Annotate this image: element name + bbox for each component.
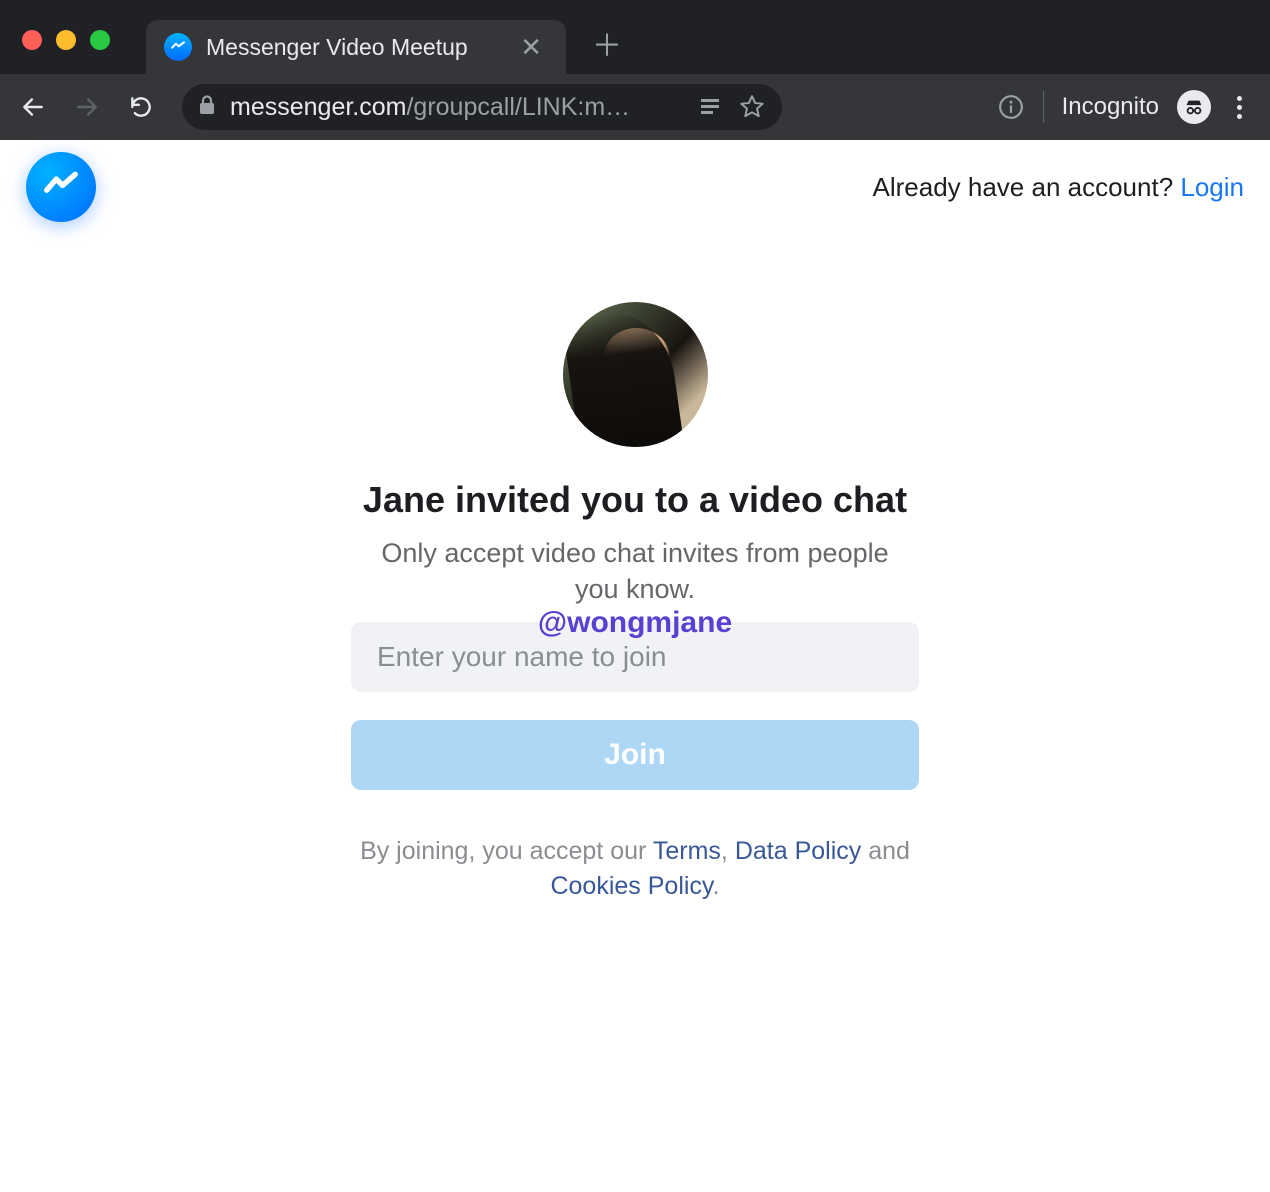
page-content: Already have an account? Login Jane invi… — [0, 140, 1270, 1192]
url-host: messenger.com — [230, 93, 406, 122]
incognito-label: Incognito — [1062, 93, 1159, 121]
reader-mode-icon[interactable] — [696, 93, 724, 121]
tab-close-button[interactable]: ✕ — [514, 30, 548, 65]
arrow-left-icon — [20, 94, 46, 120]
watermark-text: @wongmjane — [538, 606, 732, 640]
tab-title: Messenger Video Meetup — [206, 34, 500, 61]
headline: Jane invited you to a video chat — [363, 479, 907, 521]
subhead: Only accept video chat invites from peop… — [375, 535, 895, 608]
lock-icon — [198, 95, 216, 120]
account-prompt-text: Already have an account? — [873, 172, 1181, 202]
window-close-button[interactable] — [22, 30, 42, 50]
legal-sep1: , — [721, 837, 735, 865]
back-button[interactable] — [10, 84, 56, 130]
window-minimize-button[interactable] — [56, 30, 76, 50]
inviter-avatar — [563, 302, 708, 447]
url-path: /groupcall/LINK:m… — [406, 93, 630, 122]
address-bar[interactable]: messenger.com/groupcall/LINK:m… — [182, 84, 782, 130]
url-text: messenger.com/groupcall/LINK:m… — [230, 93, 630, 122]
cookies-policy-link[interactable]: Cookies Policy — [550, 872, 712, 900]
legal-suffix: . — [713, 872, 720, 900]
legal-sep2: and — [861, 837, 910, 865]
messenger-favicon-icon — [164, 33, 192, 61]
arrow-right-icon — [74, 94, 100, 120]
join-button[interactable]: Join — [351, 720, 919, 790]
browser-menu-button[interactable] — [1229, 96, 1250, 119]
window-controls — [0, 12, 132, 50]
forward-button[interactable] — [64, 84, 110, 130]
toolbar-divider — [1043, 91, 1044, 123]
browser-tab[interactable]: Messenger Video Meetup ✕ — [146, 20, 566, 74]
incognito-icon[interactable] — [1177, 90, 1211, 124]
reload-button[interactable] — [118, 84, 164, 130]
legal-text: By joining, you accept our Terms, Data P… — [325, 834, 945, 904]
main-card: Jane invited you to a video chat Only ac… — [0, 222, 1270, 904]
reload-icon — [128, 94, 154, 120]
data-policy-link[interactable]: Data Policy — [735, 837, 861, 865]
account-prompt: Already have an account? Login — [873, 152, 1245, 203]
browser-chrome: Messenger Video Meetup ✕ ＋ messenger.com… — [0, 0, 1270, 140]
window-maximize-button[interactable] — [90, 30, 110, 50]
messenger-logo-icon — [26, 152, 96, 222]
titlebar: Messenger Video Meetup ✕ ＋ — [0, 0, 1270, 74]
toolbar-right: Incognito — [997, 90, 1260, 124]
terms-link[interactable]: Terms — [653, 837, 721, 865]
new-tab-button[interactable]: ＋ — [566, 21, 648, 65]
site-info-icon[interactable] — [997, 93, 1025, 121]
tab-strip: Messenger Video Meetup ✕ ＋ — [146, 12, 648, 74]
page-header: Already have an account? Login — [0, 140, 1270, 222]
legal-prefix: By joining, you accept our — [360, 837, 653, 865]
browser-toolbar: messenger.com/groupcall/LINK:m… Incognit… — [0, 74, 1270, 140]
bookmark-star-icon[interactable] — [738, 93, 766, 121]
login-link[interactable]: Login — [1180, 172, 1244, 202]
